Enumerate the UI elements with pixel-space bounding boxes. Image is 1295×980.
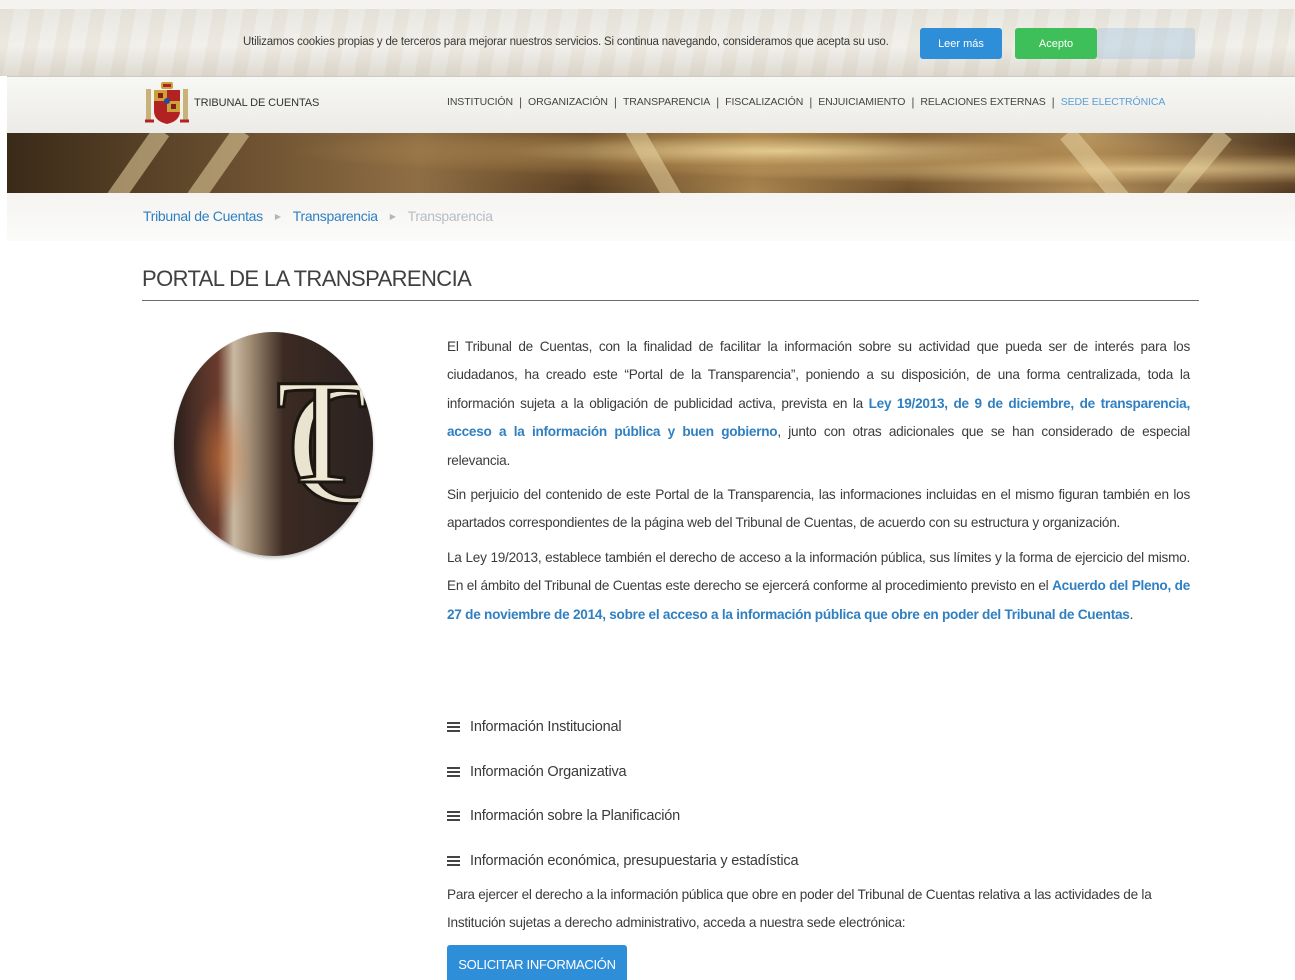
nav-item-sede-electronica[interactable]: SEDE ELECTRÓNICA — [1061, 96, 1166, 108]
section-label: Información Institucional — [470, 719, 622, 736]
breadcrumb-arrow-icon: ▶ — [389, 211, 396, 221]
request-info-text: Para ejercer el derecho a la información… — [447, 887, 1152, 930]
intro-paragraph-2: Sin perjuicio del contenido de este Port… — [447, 487, 1190, 531]
nav-item-organizacion[interactable]: ORGANIZACIÓN — [528, 96, 608, 108]
transparency-sections-list: Información Institucional Información Or… — [447, 705, 799, 884]
menu-icon — [447, 720, 460, 734]
tc-emblem-image: C T — [174, 332, 373, 556]
nav-item-enjuiciamiento[interactable]: ENJUICIAMIENTO — [818, 96, 905, 108]
cookie-bar-decoration — [1097, 28, 1195, 59]
breadcrumb-item-transparencia[interactable]: Transparencia — [293, 208, 378, 224]
nav-item-institucion[interactable]: INSTITUCIÓN — [447, 96, 513, 108]
menu-icon — [447, 809, 460, 823]
nav-separator: | — [1051, 95, 1055, 109]
section-item-organizativa[interactable]: Información Organizativa — [447, 750, 798, 795]
emblem-letters: C T — [275, 348, 374, 541]
banner-decoration — [625, 133, 687, 193]
nav-item-fiscalizacion[interactable]: FISCALIZACIÓN — [725, 96, 803, 108]
intro-paragraph-1: El Tribunal de Cuentas, con la finalidad… — [447, 333, 1190, 475]
menu-icon — [447, 765, 460, 779]
nav-separator: | — [809, 95, 813, 109]
request-information-button[interactable]: SOLICITAR INFORMACIÓN — [447, 945, 627, 980]
banner-decoration — [102, 133, 170, 193]
banner-decoration — [1160, 133, 1232, 193]
breadcrumb-bar: Tribunal de Cuentas ▶ Transparencia ▶ Tr… — [7, 193, 1295, 241]
read-more-button[interactable]: Leer más — [920, 28, 1002, 59]
section-item-institucional[interactable]: Información Institucional — [447, 705, 798, 750]
title-divider — [142, 300, 1199, 301]
section-label: Información económica, presupuestaria y … — [470, 852, 799, 869]
breadcrumb-arrow-icon: ▶ — [274, 211, 281, 221]
coat-of-arms-icon[interactable] — [144, 81, 190, 125]
emblem-letter-t: T — [276, 349, 368, 515]
nav-separator: | — [911, 95, 915, 109]
menu-icon — [447, 854, 460, 868]
paragraph-text: . — [1129, 606, 1134, 622]
nav-separator: | — [716, 95, 720, 109]
main-navigation: INSTITUCIÓN | ORGANIZACIÓN | TRANSPARENC… — [447, 95, 1165, 109]
section-label: Información sobre la Planificación — [470, 808, 681, 825]
nav-separator: | — [518, 95, 523, 109]
header-banner-image — [7, 133, 1295, 193]
page-title: PORTAL DE LA TRANSPARENCIA — [142, 266, 472, 291]
intro-content: El Tribunal de Cuentas, con la finalidad… — [447, 333, 1190, 635]
banner-decoration — [182, 133, 250, 193]
cookie-message: Utilizamos cookies propias y de terceros… — [243, 36, 889, 48]
section-label: Información Organizativa — [470, 763, 627, 780]
accept-cookies-button[interactable]: Acepto — [1015, 28, 1097, 59]
cookie-banner: Utilizamos cookies propias y de terceros… — [0, 0, 1295, 76]
breadcrumb-item-current: Transparencia — [407, 208, 493, 224]
section-item-planificacion[interactable]: Información sobre la Planificación — [447, 794, 798, 839]
section-item-economica[interactable]: Información económica, presupuestaria y … — [447, 839, 799, 884]
nav-item-relaciones-externas[interactable]: RELACIONES EXTERNAS — [920, 96, 1045, 108]
banner-decoration — [1060, 133, 1132, 193]
nav-item-transparencia[interactable]: TRANSPARENCIA — [623, 96, 710, 108]
site-name[interactable]: TRIBUNAL DE CUENTAS — [194, 97, 319, 109]
breadcrumb: Tribunal de Cuentas ▶ Transparencia ▶ Tr… — [143, 208, 493, 224]
intro-paragraph-3: La Ley 19/2013, establece también el der… — [447, 544, 1190, 629]
breadcrumb-item-home[interactable]: Tribunal de Cuentas — [143, 208, 263, 224]
site-header: TRIBUNAL DE CUENTAS INSTITUCIÓN | ORGANI… — [7, 76, 1295, 133]
nav-separator: | — [613, 95, 617, 109]
